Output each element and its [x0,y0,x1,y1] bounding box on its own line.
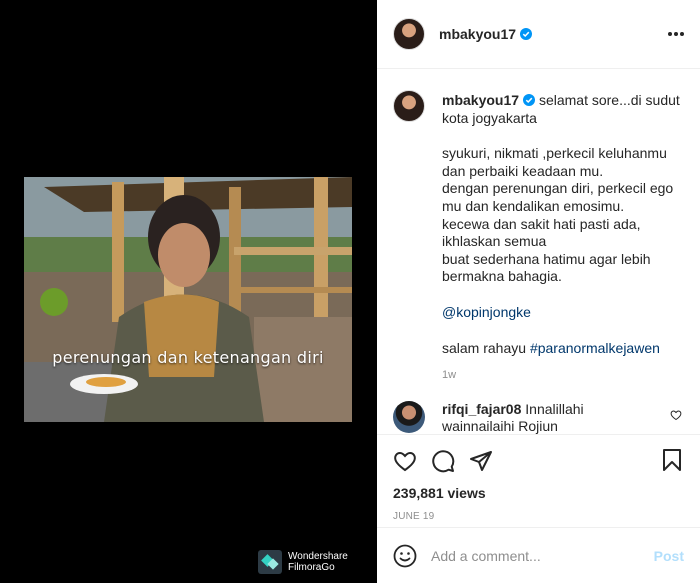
commenter-avatar[interactable] [393,400,425,433]
filmorago-watermark: Wondershare FilmoraGo [258,550,348,574]
caption-username[interactable]: mbakyou17 [442,92,519,108]
like-heart-icon[interactable] [393,449,417,473]
verified-badge-icon [523,94,536,106]
caption-body: mbakyou17 selamat sore...di sudut kota j… [442,92,684,385]
video-frame-image [24,177,352,422]
verified-badge-icon [520,28,533,40]
author-avatar[interactable] [393,18,425,50]
comment-input[interactable] [431,547,654,564]
view-count[interactable]: 239,881 views [393,485,684,501]
mention-link[interactable]: @kopinjongke [442,304,531,320]
caption-paragraph: syukuri, nikmati ,perkecil keluhanmu dan… [442,145,674,285]
action-icons [393,435,684,487]
more-dot-icon [680,32,684,36]
filmorago-logo-icon [258,550,282,574]
watermark-line1: Wondershare [288,551,348,562]
media-pane: perenungan dan ketenangan diri Wondersha… [0,0,377,583]
comments-section[interactable]: mbakyou17 selamat sore...di sudut kota j… [377,70,700,434]
video-player[interactable]: perenungan dan ketenangan diri [24,177,352,422]
more-dot-icon [674,32,678,36]
post-comment-button[interactable]: Post [654,548,684,564]
author-avatar[interactable] [393,90,425,122]
like-comment-icon[interactable] [670,409,682,421]
share-paper-plane-icon[interactable] [469,449,493,473]
watermark-line2: FilmoraGo [288,562,335,573]
post-caption: mbakyou17 selamat sore...di sudut kota j… [393,90,684,385]
post-panel: mbakyou17 mbakyou17 selamat sore...di su… [377,0,700,583]
comment-item: rifqi_fajar08 Innalillahi wainnailaihi R… [393,400,684,434]
more-options-button[interactable] [666,24,686,44]
commenter-username[interactable]: rifqi_fajar08 [442,401,521,417]
video-caption: perenungan dan ketenangan diri [52,348,324,367]
emoji-smiley-icon[interactable] [393,544,417,568]
closing-text: salam rahayu [442,339,527,356]
hashtag-link[interactable]: #paranormalkejawen [530,340,660,356]
comment-body: rifqi_fajar08 Innalillahi wainnailaihi R… [442,401,642,434]
watermark-text: Wondershare FilmoraGo [288,551,348,573]
post-date[interactable]: JUNE 19 [393,511,684,522]
more-dot-icon [668,32,672,36]
author-username[interactable]: mbakyou17 [439,26,533,42]
add-comment-bar: Post [377,527,700,583]
comment-bubble-icon[interactable] [431,449,455,473]
caption-time[interactable]: 1w [442,367,684,385]
post-actions: 239,881 views JUNE 19 [377,434,700,522]
save-bookmark-icon[interactable] [660,448,684,472]
post-header: mbakyou17 [377,0,700,69]
